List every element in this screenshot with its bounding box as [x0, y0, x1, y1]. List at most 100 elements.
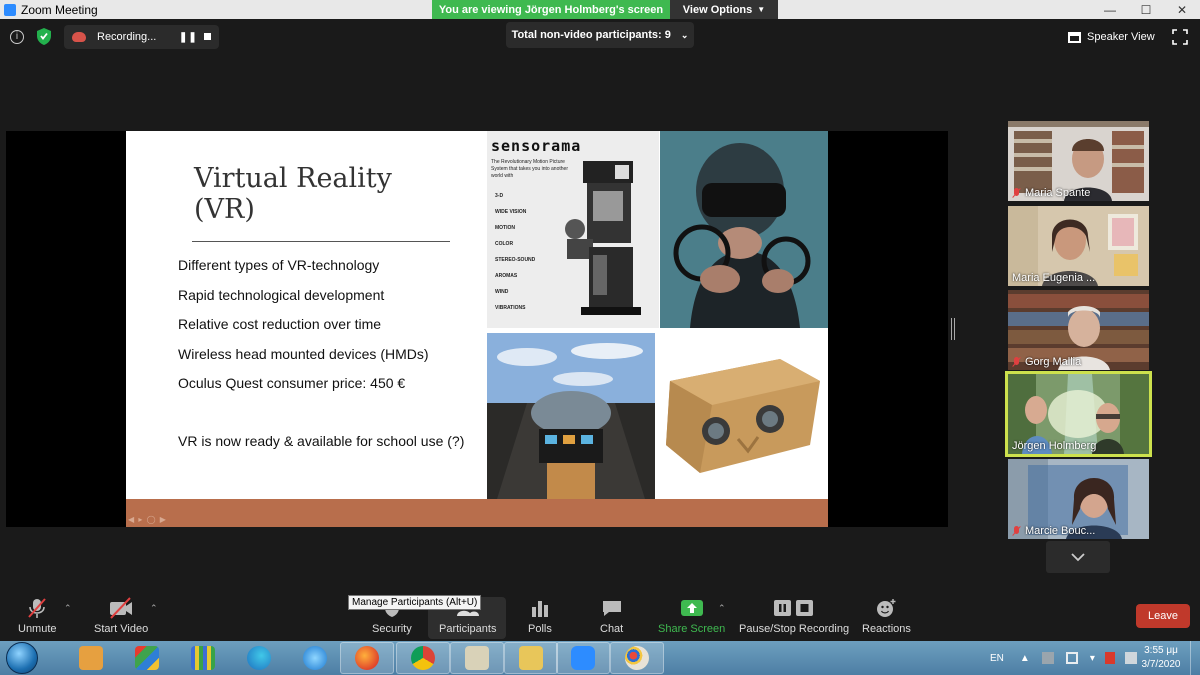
encryption-shield-icon[interactable] — [36, 27, 52, 46]
windows-start-button[interactable] — [6, 642, 38, 674]
muted-mic-icon — [26, 597, 48, 619]
muted-mic-icon — [1012, 526, 1021, 536]
tray-app-icon[interactable] — [1041, 652, 1054, 664]
slide-navigation-controls[interactable]: ◀ ▸ ◯ ▶ — [128, 515, 167, 524]
taskbar-firefox-icon[interactable] — [340, 642, 394, 674]
google-cardboard-photo — [660, 333, 828, 499]
taskbar-internet-explorer-icon[interactable] — [288, 642, 342, 674]
muted-mic-icon — [1012, 357, 1021, 367]
participant-video-tile[interactable]: Marcie Bouc... — [1008, 459, 1149, 539]
chat-label: Chat — [600, 623, 624, 635]
clock-date: 3/7/2020 — [1141, 659, 1181, 670]
fullscreen-icon[interactable] — [1172, 29, 1188, 45]
slide-bullet: Oculus Quest consumer price: 450 € — [178, 375, 406, 391]
system-tray: EN ▲ ▾ — [990, 641, 1137, 675]
reactions-label: Reactions — [862, 623, 911, 635]
leave-meeting-button[interactable]: Leave — [1136, 604, 1190, 628]
recording-label: Recording... — [97, 31, 157, 43]
pause-stop-recording-button[interactable]: Pause/Stop Recording — [739, 597, 849, 635]
pause-recording-icon[interactable]: ❚❚ — [179, 32, 198, 43]
flight-simulator-photo — [487, 333, 655, 499]
participants-tooltip: Manage Participants (Alt+U) — [348, 595, 482, 610]
clock-time: 3:55 μμ — [1144, 645, 1178, 656]
info-icon[interactable]: i — [10, 30, 24, 44]
view-options-button[interactable]: View Options ▼ — [670, 0, 778, 19]
shared-screen[interactable]: Virtual Reality (VR) Different types of … — [6, 131, 948, 527]
window-title: Zoom Meeting — [21, 2, 98, 17]
windows-taskbar: EN ▲ ▾ 3:55 μμ 3/7/2020 — [0, 641, 1200, 675]
taskbar-library-books-icon[interactable] — [176, 642, 230, 674]
chevron-down-icon: ⌄ — [680, 29, 689, 40]
polls-label: Polls — [528, 623, 552, 635]
start-video-button[interactable]: Start Video — [94, 597, 148, 635]
speaker-view-button[interactable]: Speaker View — [1068, 25, 1162, 49]
taskbar-windows-explorer-icon[interactable] — [120, 642, 174, 674]
polls-button[interactable]: Polls — [528, 597, 552, 635]
pause-stop-icon — [773, 597, 815, 619]
share-screen-button[interactable]: Share Screen — [658, 597, 725, 635]
participant-name: Marcie Bouc... — [1012, 525, 1095, 537]
maximize-icon[interactable]: ☐ — [1128, 0, 1164, 19]
taskbar-chrome-icon[interactable] — [396, 642, 450, 674]
layout-grid-icon — [1068, 31, 1081, 43]
volume-icon[interactable]: ▾ — [1090, 653, 1095, 664]
chat-button[interactable]: Chat — [600, 597, 623, 635]
recording-indicator: Recording... ❚❚ — [64, 25, 219, 49]
tray-warning-icon[interactable] — [1104, 652, 1115, 664]
unmute-button[interactable]: Unmute — [18, 597, 57, 635]
participant-video-tile[interactable]: Maria Eugenia ... — [1008, 206, 1149, 286]
panel-resize-handle[interactable] — [951, 318, 955, 340]
share-options-caret[interactable]: ⌃ — [718, 603, 726, 614]
sensorama-poster-image: sensorama The Revolutionary Motion Pictu… — [487, 131, 659, 328]
meeting-topbar: i Recording... ❚❚ Total non-video partic… — [0, 19, 1200, 55]
zoom-app-icon — [4, 3, 16, 16]
participant-name: Gorg Mallia — [1012, 356, 1081, 368]
chat-bubble-icon — [601, 597, 623, 619]
language-indicator[interactable]: EN — [990, 653, 1004, 664]
slide-note: VR is now ready & available for school u… — [178, 433, 465, 449]
sensorama-feature: AROMAS — [495, 273, 518, 279]
taskbar-file-window-icon[interactable] — [450, 642, 504, 674]
sensorama-feature: STEREO-SOUND — [495, 257, 536, 263]
slide-bullet: Rapid technological development — [178, 286, 385, 303]
show-desktop-button[interactable] — [1190, 641, 1200, 675]
network-icon[interactable] — [1065, 652, 1078, 664]
tray-expand-icon[interactable]: ▲ — [1020, 653, 1030, 664]
non-video-participants-label: Total non-video participants: 9 — [511, 29, 671, 41]
start-video-label: Start Video — [94, 623, 149, 635]
minimize-icon[interactable]: — — [1092, 0, 1128, 19]
sensorama-feature: WIND — [495, 289, 509, 295]
slide-title-divider — [192, 241, 450, 242]
participant-name-label: Gorg Mallia — [1025, 356, 1082, 368]
active-speaker-video-tile[interactable]: Jörgen Holmberg — [1005, 371, 1152, 457]
taskbar-folder-icon[interactable] — [504, 642, 558, 674]
sensorama-feature: MOTION — [495, 225, 515, 231]
viewing-screen-banner: You are viewing Jörgen Holmberg's screen — [432, 0, 670, 19]
taskbar-media-player-icon[interactable] — [64, 642, 118, 674]
taskbar-paint-icon[interactable] — [610, 642, 664, 674]
non-video-participants-dropdown[interactable]: Total non-video participants: 9 ⌄ — [506, 22, 694, 48]
speaker-view-label: Speaker View — [1087, 31, 1155, 43]
taskbar-clock[interactable]: 3:55 μμ 3/7/2020 — [1136, 644, 1186, 672]
stop-recording-icon[interactable] — [204, 33, 211, 40]
slide-bullet-list: Different types of VR-technology Rapid t… — [178, 255, 429, 403]
reactions-button[interactable]: Reactions — [862, 597, 911, 635]
slide-bullet: Wireless head mounted devices (HMDs) — [178, 345, 429, 362]
sensorama-feature: VIBRATIONS — [495, 305, 526, 311]
chevron-down-icon — [1071, 553, 1085, 562]
participant-name-label: Jörgen Holmberg — [1012, 440, 1097, 452]
audio-options-caret[interactable]: ⌃ — [64, 603, 72, 614]
pause-stop-recording-label: Pause/Stop Recording — [739, 623, 850, 635]
reactions-smiley-icon — [875, 597, 897, 619]
participant-video-tile[interactable]: Maria Spante — [1008, 121, 1149, 201]
video-options-caret[interactable]: ⌃ — [150, 603, 158, 614]
participants-label: Participants — [439, 623, 497, 635]
chevron-down-icon: ▼ — [757, 5, 766, 14]
participant-video-tile[interactable]: Gorg Mallia — [1008, 290, 1149, 370]
muted-mic-icon — [1012, 188, 1021, 198]
close-icon[interactable]: ✕ — [1164, 0, 1200, 19]
participant-name-label: Marcie Bouc... — [1025, 525, 1096, 537]
scroll-participants-down-button[interactable] — [1046, 541, 1110, 573]
taskbar-edge-browser-icon[interactable] — [232, 642, 286, 674]
taskbar-zoom-icon[interactable] — [556, 642, 610, 674]
